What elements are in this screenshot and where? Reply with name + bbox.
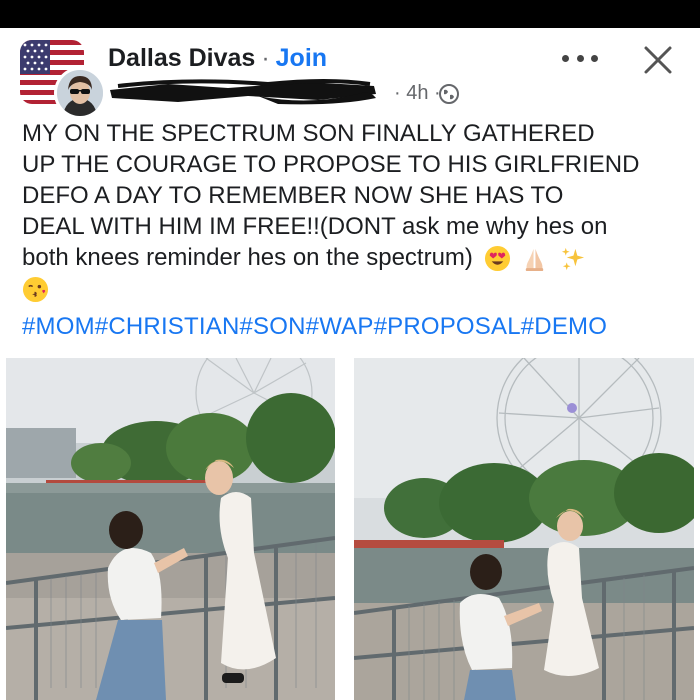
more-dot [562, 54, 569, 62]
post-text-line-with-emoji: both knees reminder hes on the spectrum) [22, 242, 682, 273]
more-dot [591, 54, 598, 62]
join-group-link[interactable]: Join [276, 44, 327, 72]
post-text-line: DEFO A DAY TO REMEMBER NOW SHE HAS TO [22, 182, 564, 209]
post-meta: · 4h · [108, 74, 468, 105]
post-timestamp[interactable]: · 4h · [394, 82, 441, 105]
post-text-line: MY ON THE SPECTRUM SON FINALLY GATHERED [22, 120, 595, 147]
avatar[interactable] [20, 40, 106, 119]
user-photo-avatar-icon[interactable] [54, 67, 106, 119]
post-text-line: DEAL WITH HIM IM FREE!!(DONT ask me why … [22, 213, 608, 240]
heart-eyes-emoji-icon [484, 246, 510, 272]
kissing-face-emoji-icon [22, 277, 49, 303]
sparkles-emoji-icon [561, 248, 584, 271]
facebook-post: Dallas Divas · Join · 4h · MY ON THE SPECT… [0, 28, 700, 700]
post-text-line-emoji [22, 273, 682, 304]
folded-hands-emoji-icon [526, 249, 544, 272]
post-photo-right[interactable] [354, 358, 694, 700]
top-black-bar [0, 0, 700, 28]
group-name[interactable]: Dallas Divas [108, 44, 255, 72]
post-body: MY ON THE SPECTRUM SON FINALLY GATHERED … [22, 118, 682, 304]
scribble-redaction-icon [110, 79, 376, 105]
more-dot [576, 54, 584, 62]
close-icon[interactable] [640, 42, 676, 78]
globe-icon [439, 84, 459, 104]
more-options-icon[interactable] [562, 48, 598, 68]
post-text-line: UP THE COURAGE TO PROPOSE TO HIS GIRLFRI… [22, 151, 640, 178]
post-header-title: Dallas Divas · Join [108, 44, 327, 73]
post-text-line: both knees reminder hes on the spectrum) [22, 244, 473, 271]
title-separator: · [261, 44, 270, 72]
hashtags[interactable]: #MOM#CHRISTIAN#SON#WAP#PROPOSAL#DEMO [22, 313, 607, 341]
post-photo-left[interactable] [6, 358, 335, 700]
